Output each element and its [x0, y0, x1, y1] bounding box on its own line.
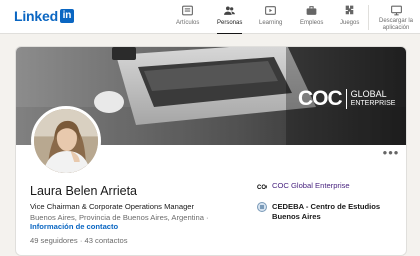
- download-app-link[interactable]: Descargar la aplicación: [374, 4, 418, 32]
- profile-headline: Vice Chairman & Corporate Operations Man…: [30, 202, 195, 211]
- school-name-line1: CEDEBA - Centro de Estudios: [272, 202, 381, 211]
- download-label-line2: aplicación: [382, 25, 410, 31]
- company-logo-icon: COC: [257, 181, 267, 191]
- nav-label-games: Juegos: [340, 20, 360, 26]
- nav-label-jobs: Empleos: [300, 20, 324, 26]
- top-navigation-bar: Linked in Artículos Personas Learning Em…: [0, 0, 420, 34]
- logo-in-box: in: [59, 9, 74, 23]
- cover-brand-tag: GLOBAL ENTERPRISE: [351, 90, 396, 108]
- contact-info-link[interactable]: Información de contacto: [30, 222, 118, 231]
- games-icon: [345, 5, 354, 15]
- people-icon: [224, 6, 236, 15]
- cover-brand-main: COC: [298, 87, 343, 110]
- learning-icon: [265, 6, 277, 15]
- profile-name: Laura Belen Arrieta: [30, 184, 138, 198]
- logo-wordmark: Linked: [14, 8, 58, 24]
- nav-item-people[interactable]: Personas: [217, 4, 243, 34]
- profile-card: COC GLOBAL ENTERPRISE ••• Laura Belen Ar…: [15, 46, 407, 256]
- nav-item-games[interactable]: Juegos: [340, 4, 359, 34]
- school-name: CEDEBA - Centro de Estudios Buenos Aires: [272, 202, 380, 222]
- nav-divider: [368, 5, 369, 30]
- nav-item-jobs[interactable]: Empleos: [300, 4, 323, 34]
- school-name-line2: Buenos Aires: [272, 212, 321, 221]
- profile-location-row: Buenos Aires, Provincia de Buenos Aires,…: [30, 213, 209, 231]
- nav-item-articles[interactable]: Artículos: [176, 4, 199, 34]
- cover-brand-line1: GLOBAL: [350, 89, 387, 99]
- connections-count[interactable]: 43 contactos: [85, 236, 128, 245]
- nav-label-articles: Artículos: [176, 20, 200, 26]
- svg-text:COC: COC: [257, 185, 267, 191]
- education-link[interactable]: CEDEBA - Centro de Estudios Buenos Aires: [257, 202, 380, 222]
- avatar-photo: [34, 109, 98, 173]
- avatar[interactable]: [31, 106, 101, 176]
- current-company-link[interactable]: COC COC Global Enterprise: [257, 181, 350, 191]
- articles-icon: [182, 5, 194, 16]
- school-logo-icon: [257, 202, 267, 212]
- linkedin-logo[interactable]: Linked in: [14, 8, 74, 24]
- stats-separator: ·: [79, 236, 83, 245]
- nav-item-learning[interactable]: Learning: [259, 4, 282, 34]
- followers-count[interactable]: 49 seguidores: [30, 236, 78, 245]
- more-options-button[interactable]: •••: [382, 146, 400, 162]
- profile-stats: 49 seguidores · 43 contactos: [30, 236, 128, 245]
- nav-label-people: Personas: [217, 20, 243, 26]
- download-label-line1: Descargar la: [378, 18, 413, 24]
- location-separator: ·: [206, 213, 209, 222]
- jobs-icon: [306, 6, 317, 15]
- company-name: COC Global Enterprise: [272, 181, 350, 190]
- cover-brand: COC GLOBAL ENTERPRISE: [298, 87, 395, 111]
- cover-brand-line2: ENTERPRISE: [350, 100, 396, 107]
- profile-location: Buenos Aires, Provincia de Buenos Aires,…: [30, 213, 204, 222]
- nav-label-learning: Learning: [259, 20, 283, 26]
- monitor-icon: [390, 5, 402, 16]
- cover-brand-divider: [345, 89, 347, 109]
